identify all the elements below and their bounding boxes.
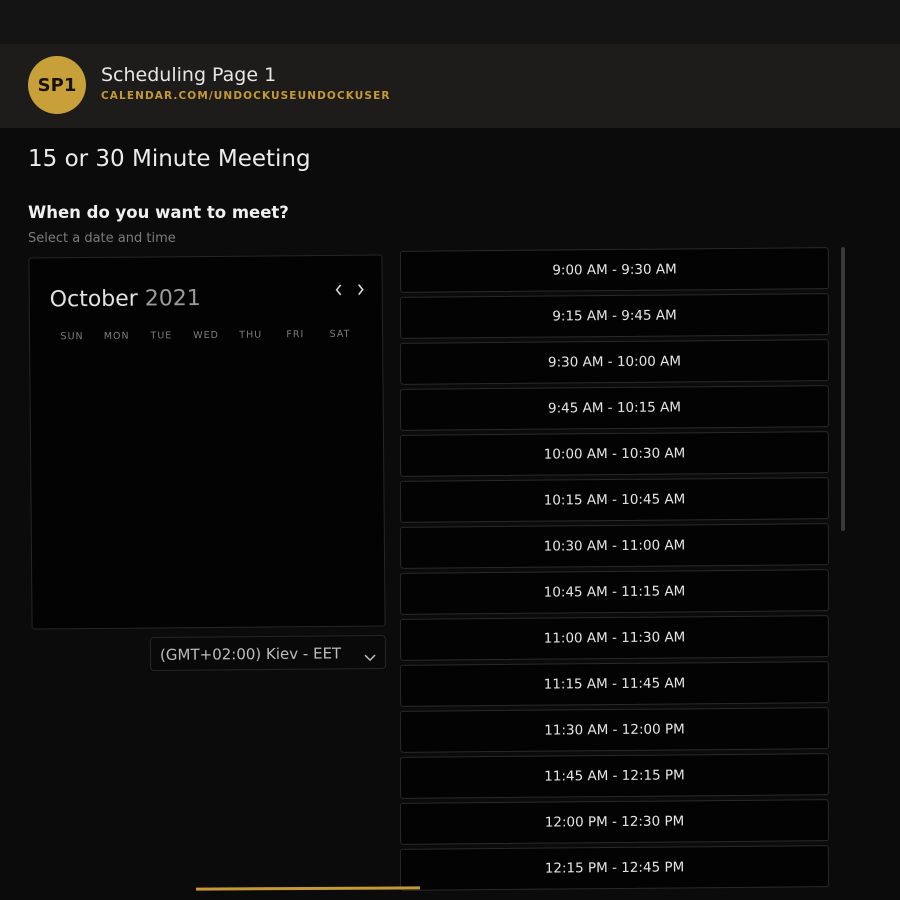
page-header — [0, 44, 900, 128]
time-slot[interactable]: 10:30 AM - 11:00 AM — [400, 523, 830, 569]
top-strip — [0, 0, 900, 44]
chevron-left-icon[interactable] — [334, 283, 344, 301]
calendar-month-label: October 2021 — [50, 286, 201, 312]
time-slot[interactable]: 10:00 AM - 10:30 AM — [400, 431, 830, 477]
weekday-label: SUN — [60, 331, 84, 343]
weekday-label: MON — [103, 330, 130, 342]
calendar-month: October — [49, 286, 138, 313]
weekday-label: FRI — [286, 329, 305, 341]
time-slot[interactable]: 9:30 AM - 10:00 AM — [400, 339, 830, 385]
time-slot[interactable]: 9:15 AM - 9:45 AM — [400, 293, 830, 339]
time-slot[interactable]: 10:45 AM - 11:15 AM — [400, 569, 830, 615]
time-slot[interactable]: 9:45 AM - 10:15 AM — [400, 385, 830, 431]
question-heading: When do you want to meet? — [28, 203, 289, 222]
slot-list-scrollbar[interactable] — [841, 247, 845, 531]
time-slot[interactable]: 12:00 PM - 12:30 PM — [400, 799, 830, 845]
weekday-label: SAT — [329, 328, 351, 340]
weekday-label: TUE — [150, 330, 173, 342]
time-slot[interactable]: 11:45 AM - 12:15 PM — [400, 753, 830, 799]
calendar-year: 2021 — [144, 286, 201, 312]
meeting-title: 15 or 30 Minute Meeting — [28, 146, 311, 172]
time-slot[interactable]: 11:15 AM - 11:45 AM — [400, 661, 830, 707]
time-slot[interactable]: 11:00 AM - 11:30 AM — [400, 615, 830, 661]
weekday-label: WED — [193, 329, 219, 342]
avatar: SP1 — [28, 56, 86, 114]
time-slot[interactable]: 12:15 PM - 12:45 PM — [400, 845, 830, 891]
select-date-subtitle: Select a date and time — [28, 231, 176, 246]
time-slot[interactable]: 10:15 AM - 10:45 AM — [400, 477, 830, 523]
chevron-down-icon — [364, 647, 376, 662]
calendar: October 2021 SUN MON TUE WED THU FRI SAT — [28, 254, 386, 630]
timezone-value: (GMT+02:00) Kiev - EET — [159, 644, 342, 664]
time-slot-list: 9:00 AM - 9:30 AM 9:15 AM - 9:45 AM 9:30… — [400, 247, 832, 892]
weekday-label: THU — [239, 329, 263, 341]
bottom-progress-bar — [195, 886, 421, 891]
time-slot[interactable]: 11:30 AM - 12:00 PM — [400, 707, 830, 753]
page-name: Scheduling Page 1 — [101, 64, 277, 86]
time-slot[interactable]: 9:00 AM - 9:30 AM — [400, 247, 830, 293]
timezone-select[interactable]: (GMT+02:00) Kiev - EET — [149, 634, 387, 672]
page-url[interactable]: CALENDAR.COM/UNDOCKUSEUNDOCKUSER — [101, 90, 391, 102]
chevron-right-icon[interactable] — [356, 283, 366, 301]
weekday-header: SUN MON TUE WED THU FRI SAT — [50, 329, 362, 343]
